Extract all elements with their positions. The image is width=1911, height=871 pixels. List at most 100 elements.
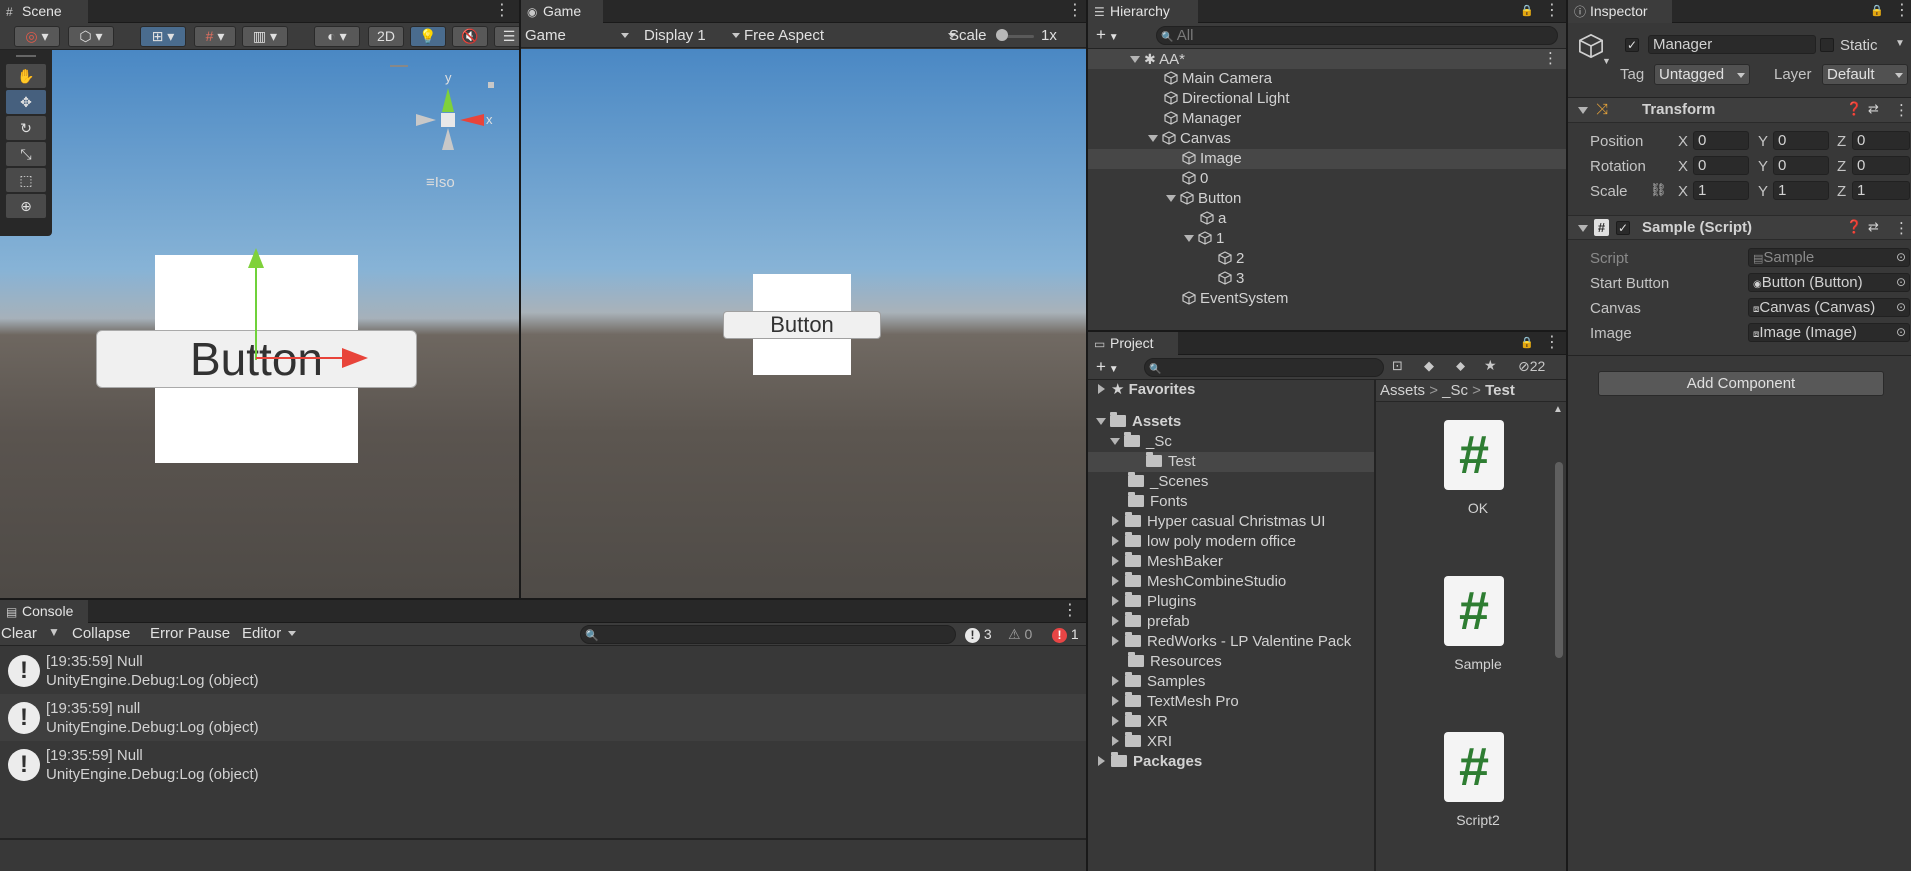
lock-icon[interactable]: 🔒 xyxy=(1870,2,1884,20)
inspector-more-icon[interactable]: ⋮ xyxy=(1894,2,1910,20)
scale-z-field[interactable]: 1 xyxy=(1852,181,1910,200)
folder-meshbaker[interactable]: MeshBaker xyxy=(1112,552,1223,572)
hand-tool[interactable]: ✋ xyxy=(6,64,46,88)
packages-row[interactable]: Packages xyxy=(1098,752,1202,772)
search-by-label-icon[interactable]: ◆ xyxy=(1424,358,1434,374)
layer-dropdown[interactable]: Default xyxy=(1822,64,1908,85)
hierarchy-search-input[interactable]: 🔍 All xyxy=(1156,26,1558,45)
folder-textmesh[interactable]: TextMesh Pro xyxy=(1112,692,1239,712)
hierarchy-item-image[interactable]: Image xyxy=(1088,149,1566,169)
rotation-y-field[interactable]: 0 xyxy=(1773,156,1829,175)
error-pause-button[interactable]: Error Pause xyxy=(150,625,230,642)
constrain-proportions-icon[interactable]: ⛓ xyxy=(1650,182,1667,198)
move-handle-y-arrow[interactable] xyxy=(246,248,266,270)
lock-icon[interactable]: 🔒 xyxy=(1520,334,1534,352)
preset-icon[interactable]: ⇄ xyxy=(1868,101,1879,117)
component-more-icon[interactable]: ⋮ xyxy=(1894,101,1909,119)
pos-x-label[interactable]: X xyxy=(1678,133,1688,150)
folder-prefab[interactable]: prefab xyxy=(1112,612,1190,632)
folder-plugins[interactable]: Plugins xyxy=(1112,592,1196,612)
asset-item-script2[interactable]: # Script2 xyxy=(1418,732,1538,832)
console-more-icon[interactable]: ⋮ xyxy=(1062,602,1078,620)
move-handle-x-arrow[interactable] xyxy=(342,348,368,368)
lighting-toggle[interactable]: 💡 xyxy=(410,26,446,47)
folder-fonts[interactable]: Fonts xyxy=(1128,492,1188,512)
active-checkbox[interactable]: ✓ xyxy=(1625,38,1639,52)
breadcrumb-test[interactable]: Test xyxy=(1485,382,1515,399)
shading-button[interactable]: ⬡ ▾ xyxy=(68,26,114,47)
scale-y-field[interactable]: 1 xyxy=(1773,181,1829,200)
hierarchy-item-a[interactable]: a xyxy=(1200,209,1226,229)
transform-tool[interactable]: ⊕ xyxy=(6,194,46,218)
asset-item-ok[interactable]: # OK xyxy=(1418,420,1538,520)
pos-y-label[interactable]: Y xyxy=(1758,133,1768,150)
create-button[interactable]: + ▼ xyxy=(1096,25,1119,45)
tab-inspector[interactable]: ⓘ Inspector xyxy=(1568,0,1672,23)
hierarchy-item-button[interactable]: Button xyxy=(1166,189,1241,209)
scene-root-row[interactable]: ✱ AA* ⋮ xyxy=(1088,49,1566,69)
scale-slider-thumb[interactable] xyxy=(996,29,1008,41)
folder-test[interactable]: Test xyxy=(1088,452,1374,472)
audio-toggle[interactable]: 🔇 xyxy=(452,26,488,47)
help-icon[interactable]: ❓ xyxy=(1846,101,1862,117)
scroll-up-icon[interactable]: ▲ xyxy=(1553,404,1563,415)
tab-project[interactable]: ▭ Project xyxy=(1088,332,1178,355)
game-button-object[interactable]: Button xyxy=(723,311,881,339)
object-name-field[interactable]: Manager xyxy=(1648,35,1816,54)
scene-viewport[interactable]: ✋ ✥ ↻ ⤡ ⬚ ⊕ y x ≡Iso Button xyxy=(0,50,519,598)
component-more-icon[interactable]: ⋮ xyxy=(1894,219,1909,237)
script-component-header[interactable]: # ✓ Sample (Script) ❓ ⇄ ⋮ xyxy=(1568,215,1911,240)
asset-item-sample[interactable]: # Sample xyxy=(1418,576,1538,676)
rot-z-label[interactable]: Z xyxy=(1837,158,1846,175)
snap-grid-button[interactable]: ⊞ ▾ xyxy=(140,26,186,47)
log-entry[interactable]: ! [19:35:59] Null UnityEngine.Debug:Log (… xyxy=(0,741,1086,788)
start-button-ref-field[interactable]: ◉Button (Button) ⊙ xyxy=(1748,273,1910,292)
scene-more-icon[interactable]: ⋮ xyxy=(494,2,510,20)
rotate-tool[interactable]: ↻ xyxy=(6,116,46,140)
tag-icon[interactable]: ⬥ xyxy=(1456,358,1465,374)
favorites-row[interactable]: ★ Favorites xyxy=(1098,380,1195,400)
rotation-z-field[interactable]: 0 xyxy=(1852,156,1910,175)
folder-redworks[interactable]: RedWorks - LP Valentine Pack xyxy=(1112,632,1351,652)
game-more-icon[interactable]: ⋮ xyxy=(1067,2,1083,20)
rot-y-label[interactable]: Y xyxy=(1758,158,1768,175)
draw-mode-button[interactable]: ◎ ▾ xyxy=(14,26,60,47)
position-z-field[interactable]: 0 xyxy=(1852,131,1910,150)
transform-header[interactable]: ⤨ Transform ❓ ⇄ ⋮ xyxy=(1568,98,1911,123)
position-y-field[interactable]: 0 xyxy=(1773,131,1829,150)
tab-scene[interactable]: # Scene xyxy=(0,0,88,23)
hierarchy-item-3[interactable]: 3 xyxy=(1218,269,1244,289)
search-by-type-icon[interactable]: ⊡ xyxy=(1392,358,1403,374)
game-view-dropdown[interactable]: Game xyxy=(525,25,633,46)
icon-chevron-down-icon[interactable]: ▼ xyxy=(1602,56,1611,66)
hierarchy-item-1[interactable]: 1 xyxy=(1184,229,1224,249)
object-picker-icon[interactable]: ⊙ xyxy=(1892,324,1909,341)
object-picker-icon[interactable]: ⊙ xyxy=(1892,249,1909,266)
orientation-gizmo[interactable]: y x xyxy=(408,70,498,170)
editor-dropdown[interactable]: Editor xyxy=(242,623,300,644)
folder-samples[interactable]: Samples xyxy=(1112,672,1205,692)
tab-console[interactable]: ▤ Console xyxy=(0,600,88,623)
render-mode-button[interactable]: ◐ ▾ xyxy=(314,26,360,47)
error-count-toggle[interactable]: ! 1 xyxy=(1052,626,1079,643)
lock-icon[interactable]: 🔒 xyxy=(1520,2,1534,20)
clear-options-icon[interactable]: ▼ xyxy=(48,625,60,639)
snap-increment-button[interactable]: # ▾ xyxy=(194,26,236,47)
script-ref-field[interactable]: ▤Sample ⊙ xyxy=(1748,248,1910,267)
pos-z-label[interactable]: Z xyxy=(1837,133,1846,150)
info-count-toggle[interactable]: ! 3 xyxy=(965,626,992,643)
preset-icon[interactable]: ⇄ xyxy=(1868,219,1879,235)
scl-z-label[interactable]: Z xyxy=(1837,183,1846,200)
hierarchy-item-main-camera[interactable]: Main Camera xyxy=(1164,69,1272,89)
collapse-button[interactable]: Collapse xyxy=(72,625,130,642)
hierarchy-item-event-system[interactable]: EventSystem xyxy=(1182,289,1288,309)
iso-label[interactable]: ≡Iso xyxy=(426,174,455,191)
static-checkbox[interactable] xyxy=(1820,38,1834,52)
folder-lowpoly[interactable]: low poly modern office xyxy=(1112,532,1296,552)
folder-scenes[interactable]: _Scenes xyxy=(1128,472,1208,492)
hierarchy-item-manager[interactable]: Manager xyxy=(1164,109,1241,129)
scale-tool[interactable]: ⤡ xyxy=(6,142,46,166)
scene-more-icon[interactable]: ⋮ xyxy=(1543,49,1558,69)
hierarchy-more-icon[interactable]: ⋮ xyxy=(1544,2,1560,20)
hierarchy-item-canvas[interactable]: Canvas xyxy=(1148,129,1231,149)
